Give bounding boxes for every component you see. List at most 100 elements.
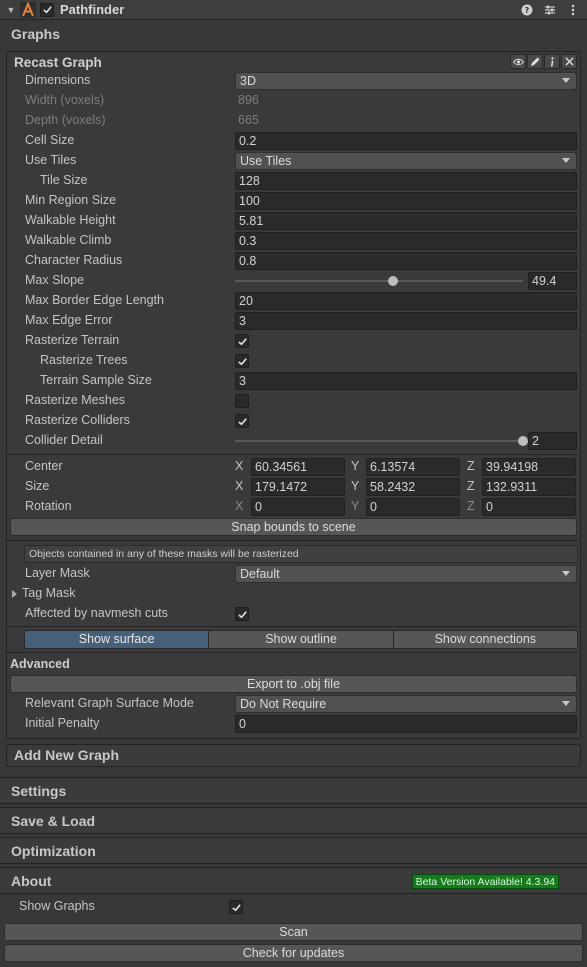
chevron-down-icon: [562, 701, 570, 706]
collider-detail-slider-handle[interactable]: [518, 436, 528, 446]
component-header[interactable]: ▼ Pathfinder ?: [0, 0, 587, 20]
min-region-size-field[interactable]: 100: [235, 192, 577, 210]
eye-icon[interactable]: [510, 54, 526, 69]
layer-mask-dropdown[interactable]: Default: [235, 565, 577, 583]
rasterize-colliders-label: Rasterize Colliders: [25, 413, 130, 427]
menu-icon[interactable]: [566, 3, 579, 16]
show-graphs-checkbox[interactable]: [229, 900, 243, 914]
add-new-graph-foldout[interactable]: Add New Graph: [6, 744, 581, 767]
size-z-field[interactable]: 132.9311: [482, 478, 576, 496]
character-radius-row: Character Radius 0.8: [0, 251, 587, 271]
rasterize-terrain-label: Rasterize Terrain: [25, 333, 120, 347]
terrain-sample-size-row: Terrain Sample Size 3: [0, 371, 587, 391]
size-label: Size: [25, 479, 50, 493]
rotation-x-field[interactable]: 0: [251, 498, 345, 516]
walkable-height-field[interactable]: 5.81: [235, 212, 577, 230]
terrain-sample-size-field[interactable]: 3: [235, 372, 577, 390]
width-row: Width (voxels) 896: [0, 91, 587, 111]
rasterize-meshes-checkbox[interactable]: [235, 394, 249, 408]
component-enabled-checkbox[interactable]: [40, 2, 54, 17]
view-tabs: Show surface Show outline Show connectio…: [24, 630, 578, 649]
max-border-edge-length-field[interactable]: 20: [235, 292, 577, 310]
rasterize-colliders-row: Rasterize Colliders: [0, 411, 587, 431]
rotation-z-field[interactable]: 0: [482, 498, 576, 516]
tile-size-field[interactable]: 128: [235, 172, 577, 190]
tag-mask-label[interactable]: Tag Mask: [22, 586, 76, 600]
terrain-sample-size-label: Terrain Sample Size: [40, 373, 152, 387]
snap-bounds-button[interactable]: Snap bounds to scene: [10, 518, 577, 536]
checkmark-icon: [237, 610, 247, 618]
optimization-section-title[interactable]: Optimization: [0, 837, 587, 864]
layer-mask-row: Layer Mask Default: [0, 564, 587, 584]
dimensions-value: 3D: [240, 74, 256, 88]
export-obj-button[interactable]: Export to .obj file: [10, 675, 577, 693]
walkable-climb-field[interactable]: 0.3: [235, 232, 577, 250]
info-icon[interactable]: [544, 54, 560, 69]
max-edge-error-field[interactable]: 3: [235, 312, 577, 330]
walkable-height-label: Walkable Height: [25, 213, 116, 227]
help-icon[interactable]: ?: [520, 3, 533, 16]
check-for-updates-button[interactable]: Check for updates: [4, 944, 583, 962]
max-border-edge-length-label: Max Border Edge Length: [25, 293, 164, 307]
use-tiles-label: Use Tiles: [25, 153, 77, 167]
beta-version-badge[interactable]: Beta Version Available! 4.3.94: [411, 874, 559, 889]
tile-size-row: Tile Size 128: [0, 171, 587, 191]
rotation-y-field[interactable]: 0: [366, 498, 460, 516]
collider-detail-field[interactable]: 2: [528, 432, 577, 450]
graphs-section-title[interactable]: Graphs: [0, 21, 587, 47]
initial-penalty-row: Initial Penalty 0: [0, 714, 587, 734]
size-z-axis-label: Z: [467, 479, 475, 493]
pencil-icon[interactable]: [527, 54, 543, 69]
tag-mask-row[interactable]: Tag Mask: [0, 584, 587, 604]
size-y-field[interactable]: 58.2432: [366, 478, 460, 496]
center-z-axis-label: Z: [467, 459, 475, 473]
close-icon[interactable]: [561, 54, 577, 69]
cell-size-field[interactable]: 0.2: [235, 132, 577, 150]
initial-penalty-field[interactable]: 0: [235, 715, 577, 733]
max-slope-field[interactable]: 49.4: [528, 272, 577, 290]
max-edge-error-label: Max Edge Error: [25, 313, 113, 327]
rasterize-colliders-checkbox[interactable]: [235, 414, 249, 428]
graph-title[interactable]: Recast Graph: [14, 55, 102, 70]
center-y-field[interactable]: 6.13574: [366, 458, 460, 476]
width-value: 896: [238, 93, 259, 107]
layer-mask-label: Layer Mask: [25, 566, 90, 580]
size-row: Size X 179.1472 Y 58.2432 Z 132.9311: [0, 477, 587, 497]
walkable-climb-row: Walkable Climb 0.3: [0, 231, 587, 251]
advanced-title[interactable]: Advanced: [10, 657, 70, 671]
center-label: Center: [25, 459, 63, 473]
max-slope-slider-track[interactable]: [235, 280, 523, 282]
rasterize-trees-checkbox[interactable]: [235, 354, 249, 368]
layer-mask-value: Default: [240, 567, 280, 581]
scan-button[interactable]: Scan: [4, 923, 583, 941]
center-z-field[interactable]: 39.94198: [482, 458, 576, 476]
rasterize-terrain-checkbox[interactable]: [235, 334, 249, 348]
min-region-size-label: Min Region Size: [25, 193, 117, 207]
collider-detail-row: Collider Detail 2: [0, 431, 587, 451]
size-x-field[interactable]: 179.1472: [251, 478, 345, 496]
surface-mode-dropdown[interactable]: Do Not Require: [235, 695, 577, 713]
dimensions-label: Dimensions: [25, 73, 91, 87]
checkmark-icon: [237, 417, 247, 425]
tab-show-outline[interactable]: Show outline: [209, 631, 394, 648]
max-slope-slider-handle[interactable]: [388, 276, 399, 286]
use-tiles-dropdown[interactable]: Use Tiles: [235, 152, 577, 170]
settings-section-title[interactable]: Settings: [0, 777, 587, 804]
cell-size-label: Cell Size: [25, 133, 75, 147]
collider-detail-slider-track[interactable]: [235, 440, 523, 442]
foldout-arrow-icon[interactable]: [12, 590, 17, 598]
chevron-down-icon: [562, 78, 570, 83]
character-radius-label: Character Radius: [25, 253, 123, 267]
mask-help-box: Objects contained in any of these masks …: [24, 545, 578, 563]
character-radius-field[interactable]: 0.8: [235, 252, 577, 270]
center-x-field[interactable]: 60.34561: [251, 458, 345, 476]
presets-icon[interactable]: [543, 3, 556, 16]
tab-show-connections[interactable]: Show connections: [393, 631, 577, 648]
dimensions-dropdown[interactable]: 3D: [235, 72, 577, 90]
show-graphs-row: Show Graphs: [0, 897, 587, 917]
save-load-section-title[interactable]: Save & Load: [0, 807, 587, 834]
tab-show-surface[interactable]: Show surface: [25, 631, 210, 648]
navmesh-cuts-checkbox[interactable]: [235, 607, 249, 621]
foldout-arrow-icon[interactable]: ▼: [4, 5, 18, 15]
checkmark-icon: [237, 357, 247, 365]
